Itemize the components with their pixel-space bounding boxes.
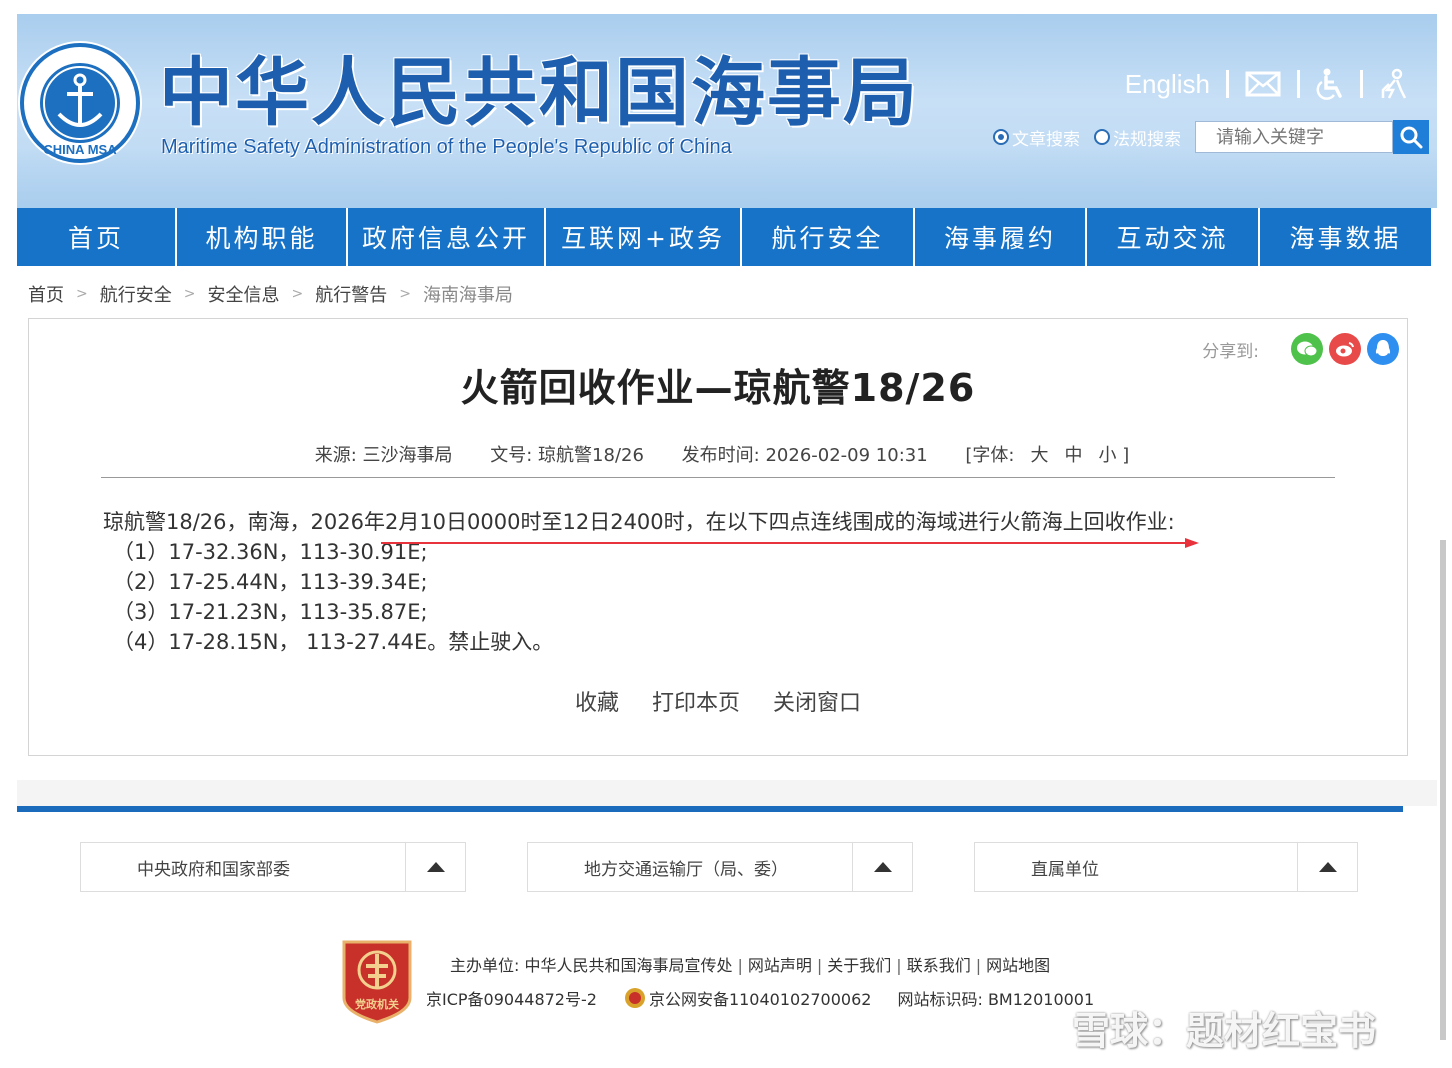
- article-intro: 琼航警18/26，南海，2026年2月10日0000时至12日2400时，在以下…: [103, 510, 1175, 534]
- dropdown-central-gov[interactable]: 中央政府和国家部委: [80, 842, 466, 892]
- search-input[interactable]: [1195, 121, 1393, 153]
- watermark-text: 雪球：题材红宝书: [1072, 1009, 1377, 1053]
- coordinate-point-3: （3）17-21.23N，113-35.87E;: [113, 600, 428, 624]
- badge-text: 党政机关: [355, 997, 399, 1011]
- breadcrumb-separator: >: [76, 286, 88, 302]
- font-size-large[interactable]: 大: [1031, 445, 1049, 466]
- article-panel: 分享到: 火箭回收作业—琼航警18/26 来源: 三沙海事局 文号: 琼航警18…: [28, 318, 1408, 756]
- breadcrumb-separator: >: [399, 286, 411, 302]
- footer-divider-bar: [17, 806, 1403, 812]
- font-size-label: [字体:: [965, 445, 1015, 466]
- dropdown-label: 中央政府和国家部委: [137, 859, 290, 880]
- breadcrumb-hainan-msa[interactable]: 海南海事局: [423, 281, 513, 307]
- dropdown-label: 地方交通运输厅（局、委）: [584, 859, 788, 880]
- nav-item-interaction[interactable]: 互动交流: [1087, 208, 1260, 266]
- footer-registration-line: 京ICP备09044872号-2 京公网安备11040102700062 网站标…: [426, 986, 1094, 1010]
- coordinate-point-2: （2）17-25.44N，113-39.34E;: [113, 570, 428, 594]
- divider: [1360, 70, 1363, 98]
- annotation-arrow: [381, 538, 1199, 548]
- icp-number[interactable]: 京ICP备09044872号-2: [426, 986, 597, 1010]
- meta-publish-time: 发布时间: 2026-02-09 10:31: [681, 445, 928, 466]
- dropdown-local-transport[interactable]: 地方交通运输厅（局、委）: [527, 842, 913, 892]
- police-record-number[interactable]: 京公网安备11040102700062: [649, 986, 872, 1010]
- mail-icon[interactable]: [1245, 71, 1281, 97]
- breadcrumb-safety-info[interactable]: 安全信息: [207, 281, 279, 307]
- footer-spacer: [17, 780, 1437, 806]
- dropdown-label: 直属单位: [1031, 859, 1099, 880]
- xueqiu-logo-icon: [1018, 1005, 1062, 1050]
- elderly-mode-icon[interactable]: [1379, 68, 1409, 100]
- page-scrollbar[interactable]: [1440, 540, 1446, 1040]
- meta-doc-number: 文号: 琼航警18/26: [490, 445, 644, 466]
- logo-text: CHINA MSA: [43, 142, 117, 157]
- caret-up-icon[interactable]: [1297, 842, 1357, 892]
- sitemap-link[interactable]: 网站地图: [986, 956, 1050, 975]
- xueqiu-watermark: 雪球：题材红宝书: [1016, 1000, 1376, 1055]
- divider: [1297, 70, 1300, 98]
- search-icon: [1400, 126, 1423, 149]
- nav-item-functions[interactable]: 机构职能: [177, 208, 348, 266]
- breadcrumb-home[interactable]: 首页: [28, 281, 64, 307]
- dropdown-affiliated-units[interactable]: 直属单位: [974, 842, 1358, 892]
- english-link[interactable]: English: [1125, 69, 1210, 100]
- accessibility-icon[interactable]: [1316, 68, 1344, 100]
- top-links: English: [1125, 66, 1409, 102]
- contact-us-link[interactable]: 联系我们: [907, 956, 971, 975]
- msa-logo-icon[interactable]: CHINA MSA: [17, 40, 143, 166]
- about-us-link[interactable]: 关于我们: [827, 956, 891, 975]
- radio-law-search[interactable]: 法规搜索: [1094, 125, 1181, 150]
- radio-article-label: 文章搜索: [1012, 129, 1080, 150]
- radio-law-label: 法规搜索: [1113, 129, 1181, 150]
- nav-item-internet-gov[interactable]: 互联网+政务: [546, 208, 742, 266]
- breadcrumb-nav-warning[interactable]: 航行警告: [315, 281, 387, 307]
- police-emblem-icon: [624, 988, 645, 1008]
- close-window-button[interactable]: 关闭窗口: [773, 691, 861, 716]
- meta-source: 来源: 三沙海事局: [314, 445, 453, 466]
- font-size-small[interactable]: 小 ]: [1099, 445, 1130, 466]
- article-body: 琼航警18/26，南海，2026年2月10日0000时至12日2400时，在以下…: [103, 507, 1303, 657]
- nav-item-gov-info[interactable]: 政府信息公开: [348, 208, 546, 266]
- site-title[interactable]: 中华人民共和国海事局: [159, 52, 919, 134]
- article-meta: 来源: 三沙海事局 文号: 琼航警18/26 发布时间: 2026-02-09 …: [29, 441, 1407, 467]
- breadcrumb-separator: >: [291, 286, 304, 302]
- footer-host-line: 主办单位: 中华人民共和国海事局宣传处 | 网站声明 | 关于我们 | 联系我们 | 网站地图: [450, 956, 1051, 975]
- radio-article-search[interactable]: 文章搜索: [993, 125, 1080, 150]
- article-actions: 收藏 打印本页 关闭窗口: [29, 685, 1407, 717]
- breadcrumb-separator: >: [183, 286, 196, 302]
- print-button[interactable]: 打印本页: [652, 691, 740, 716]
- nav-item-data[interactable]: 海事数据: [1260, 208, 1431, 266]
- breadcrumb-navigation-safety[interactable]: 航行安全: [100, 281, 172, 307]
- article-title: 火箭回收作业—琼航警18/26: [460, 366, 976, 410]
- site-statement-link[interactable]: 网站声明: [748, 956, 812, 975]
- search-button[interactable]: [1393, 120, 1429, 154]
- nav-item-navigation-safety[interactable]: 航行安全: [742, 208, 915, 266]
- coordinate-point-4: （4）17-28.15N， 113-27.44E。禁止驶入。: [113, 630, 554, 654]
- font-size-medium[interactable]: 中: [1065, 445, 1083, 466]
- site-header: CHINA MSA 中华人民共和国海事局 Maritime Safety Adm…: [17, 14, 1437, 208]
- host-unit: 主办单位: 中华人民共和国海事局宣传处: [450, 956, 733, 975]
- caret-up-icon[interactable]: [852, 842, 912, 892]
- breadcrumb: 首页 > 航行安全 > 安全信息 > 航行警告 > 海南海事局: [28, 280, 513, 308]
- favorite-button[interactable]: 收藏: [575, 691, 619, 716]
- radio-dot-checked[interactable]: [993, 129, 1009, 145]
- main-nav: 首页 机构职能 政府信息公开 互联网+政务 航行安全 海事履约 互动交流 海事数…: [17, 208, 1431, 266]
- search-bar: 文章搜索 法规搜索: [993, 120, 1429, 154]
- nav-item-home[interactable]: 首页: [17, 208, 177, 266]
- party-gov-badge-icon[interactable]: 党政机关: [340, 936, 414, 1024]
- meta-divider: [101, 477, 1335, 478]
- site-subtitle: Maritime Safety Administration of the Pe…: [161, 136, 732, 158]
- divider: [1226, 70, 1229, 98]
- nav-item-compliance[interactable]: 海事履约: [915, 208, 1087, 266]
- radio-dot[interactable]: [1094, 129, 1110, 145]
- caret-up-icon[interactable]: [405, 842, 465, 892]
